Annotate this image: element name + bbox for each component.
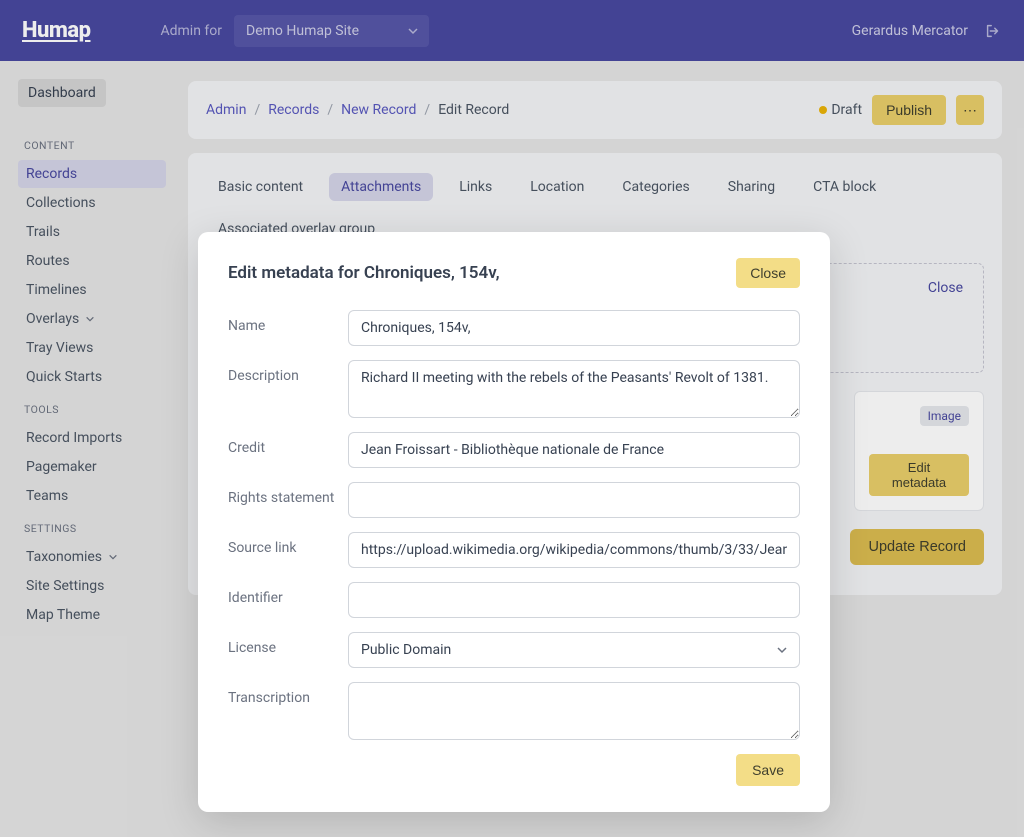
rights-label: Rights statement [228, 482, 348, 506]
modal-title: Edit metadata for Chroniques, 154v, [228, 263, 500, 283]
license-select[interactable]: Public Domain [348, 632, 800, 668]
identifier-field[interactable] [348, 582, 800, 618]
identifier-label: Identifier [228, 582, 348, 606]
transcription-field[interactable] [348, 682, 800, 740]
credit-field[interactable] [348, 432, 800, 468]
license-label: License [228, 632, 348, 656]
description-label: Description [228, 360, 348, 384]
edit-metadata-modal: Edit metadata for Chroniques, 154v, Clos… [198, 232, 830, 812]
credit-label: Credit [228, 432, 348, 456]
name-label: Name [228, 310, 348, 334]
rights-field[interactable] [348, 482, 800, 518]
transcription-label: Transcription [228, 682, 348, 706]
modal-close-button[interactable]: Close [736, 258, 800, 288]
description-field[interactable]: Richard II meeting with the rebels of th… [348, 360, 800, 418]
save-button[interactable]: Save [736, 754, 800, 786]
name-field[interactable] [348, 310, 800, 346]
source-field[interactable] [348, 532, 800, 568]
source-label: Source link [228, 532, 348, 556]
